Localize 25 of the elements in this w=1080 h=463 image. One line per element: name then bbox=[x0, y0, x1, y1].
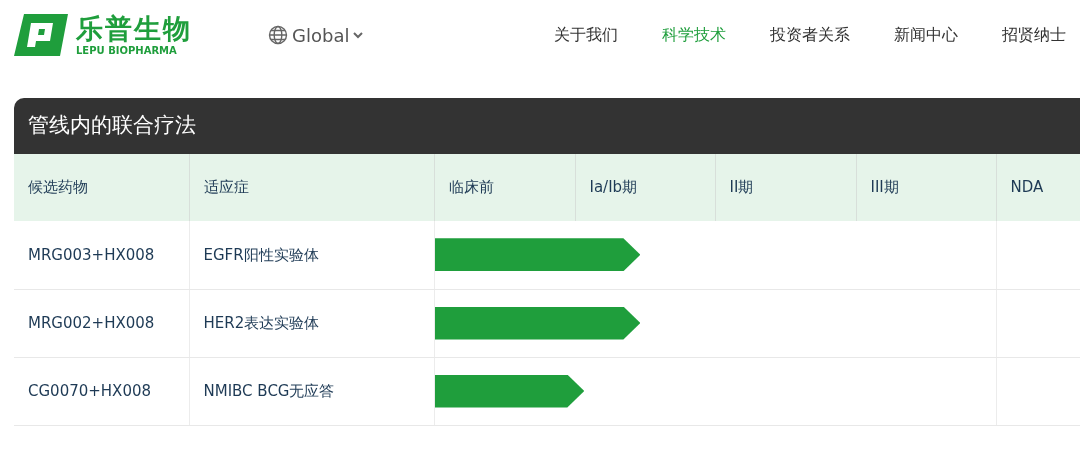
logo-name: 乐普生物 bbox=[76, 14, 192, 42]
column-header: Ia/Ib期 bbox=[575, 154, 715, 221]
table-cell: EGFR阳性实验体 bbox=[189, 221, 434, 289]
nav-link[interactable]: 招贤纳士 bbox=[1002, 23, 1066, 47]
nav-link[interactable]: 投资者关系 bbox=[770, 23, 850, 47]
column-header: 适应症 bbox=[189, 154, 434, 221]
table-cell: NMIBC BCG无应答 bbox=[189, 357, 434, 425]
nav-link[interactable]: 科学技术 bbox=[662, 23, 726, 47]
nav-link[interactable]: 新闻中心 bbox=[894, 23, 958, 47]
column-header: 临床前 bbox=[434, 154, 575, 221]
table-cell: MRG002+HX008 bbox=[14, 289, 189, 357]
column-header: II期 bbox=[715, 154, 856, 221]
column-header: 候选药物 bbox=[14, 154, 189, 221]
logo-subtitle: LEPU BIOPHARMA bbox=[76, 45, 178, 56]
chevron-down-icon bbox=[353, 31, 364, 39]
section-title: 管线内的联合疗法 bbox=[14, 98, 1080, 154]
column-header: NDA bbox=[996, 154, 1080, 221]
region-selector[interactable]: Global bbox=[268, 21, 364, 49]
table-cell: CG0070+HX008 bbox=[14, 357, 189, 425]
nav-link[interactable]: 关于我们 bbox=[554, 23, 618, 47]
table-cell: MRG003+HX008 bbox=[14, 221, 189, 289]
column-header: III期 bbox=[856, 154, 996, 221]
table-cell: HER2表达实验体 bbox=[189, 289, 434, 357]
logo-icon bbox=[14, 14, 68, 56]
globe-icon bbox=[268, 25, 288, 45]
